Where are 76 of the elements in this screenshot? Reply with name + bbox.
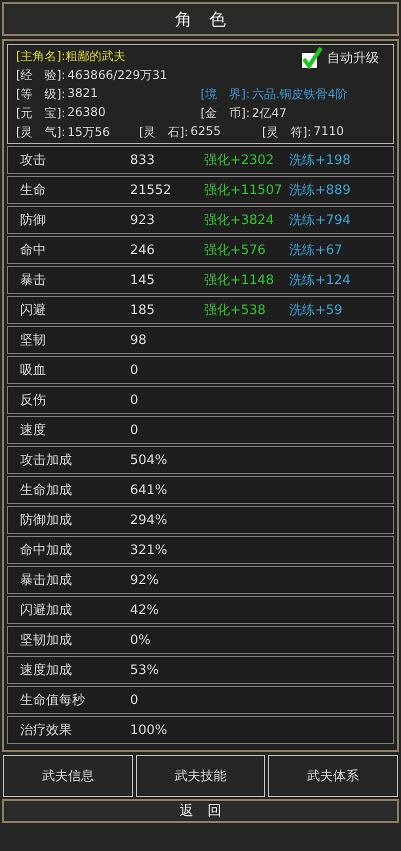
stat-name: 生命值每秒 xyxy=(19,692,86,709)
stat-name: 防御加成 xyxy=(19,512,73,529)
stat-value: 504% xyxy=(130,452,168,468)
stat-value: 145 xyxy=(130,272,156,288)
stat-value: 833 xyxy=(130,152,156,168)
refine-bonus: 洗练+124 xyxy=(289,272,351,289)
stat-name: 攻击加成 xyxy=(19,452,73,469)
stat-name: 暴击加成 xyxy=(19,572,73,589)
enhance-bonus: 强化+576 xyxy=(204,242,267,259)
stat-name: 治疗效果 xyxy=(19,722,73,739)
field-label: [境 界]: xyxy=(200,86,250,102)
stat-name: 命中 xyxy=(19,242,47,259)
field-value: 3821 xyxy=(67,86,98,102)
refine-bonus: 洗练+67 xyxy=(289,242,342,259)
stat-name: 攻击 xyxy=(19,152,47,169)
stat-value: 0 xyxy=(130,362,140,378)
field-label: [灵 石]: xyxy=(139,124,188,140)
stat-name: 闪避加成 xyxy=(19,602,73,619)
stat-value: 185 xyxy=(130,302,156,318)
stat-value: 98 xyxy=(130,332,148,348)
character-name: 粗鄙的武夫 xyxy=(65,48,126,64)
tab-button[interactable]: 武夫体系 xyxy=(268,755,398,797)
stat-name: 生命加成 xyxy=(19,482,73,499)
field-value: 15万56 xyxy=(67,124,110,140)
stat-value: 21552 xyxy=(130,182,172,198)
back-button[interactable]: 返 回 xyxy=(2,799,399,823)
field-label: [灵 符]: xyxy=(262,124,312,140)
field-value: 7110 xyxy=(313,124,344,140)
stat-value: 100% xyxy=(130,722,168,738)
stat-name: 速度加成 xyxy=(19,662,73,679)
field-value: 2亿47 xyxy=(252,104,287,122)
enhance-bonus: 强化+11507 xyxy=(204,182,284,199)
stat-name: 坚韧加成 xyxy=(19,632,73,649)
stat-value: 246 xyxy=(130,242,156,258)
field-label: [灵 气]: xyxy=(16,124,66,140)
name-label: [主角名]: xyxy=(16,48,66,64)
stat-value: 923 xyxy=(130,212,156,228)
stat-name: 速度 xyxy=(19,422,47,439)
tab-button[interactable]: 武夫技能 xyxy=(136,755,266,797)
stat-value: 294% xyxy=(130,512,168,528)
stat-value: 92% xyxy=(130,572,160,588)
enhance-bonus: 强化+2302 xyxy=(204,152,275,169)
stat-name: 闪避 xyxy=(19,302,47,319)
page-title: 角 色 xyxy=(175,8,226,30)
enhance-bonus: 强化+538 xyxy=(204,302,267,319)
field-label: [金 币]: xyxy=(200,104,250,122)
auto-upgrade-checkbox[interactable]: 自动升级 xyxy=(301,47,379,69)
stat-name: 生命 xyxy=(19,182,47,199)
refine-bonus: 洗练+889 xyxy=(289,182,351,199)
stat-value: 0% xyxy=(130,632,152,648)
stat-name: 坚韧 xyxy=(19,332,47,349)
stat-value: 42% xyxy=(130,602,160,618)
field-label: [等 级]: xyxy=(16,86,66,102)
field-value: 26380 xyxy=(67,104,106,120)
stat-name: 防御 xyxy=(19,212,47,229)
field-value: 463866/229万31 xyxy=(67,66,168,84)
field-value: 六品.铜皮铁骨4阶 xyxy=(252,86,348,102)
stat-value: 321% xyxy=(130,542,168,558)
tab-button[interactable]: 武夫信息 xyxy=(3,755,133,797)
refine-bonus: 洗练+794 xyxy=(289,212,351,229)
refine-bonus: 洗练+198 xyxy=(289,152,351,169)
stat-value: 0 xyxy=(130,392,140,408)
stat-value: 641% xyxy=(130,482,168,498)
enhance-bonus: 强化+1148 xyxy=(204,272,275,289)
field-label: [元 宝]: xyxy=(16,104,66,122)
stat-name: 暴击 xyxy=(19,272,47,289)
enhance-bonus: 强化+3824 xyxy=(204,212,275,229)
stat-value: 0 xyxy=(130,692,140,708)
stat-name: 命中加成 xyxy=(19,542,73,559)
refine-bonus: 洗练+59 xyxy=(289,302,342,319)
field-value: 6255 xyxy=(190,124,221,140)
stat-value: 0 xyxy=(130,422,140,438)
stat-name: 反伤 xyxy=(19,392,47,409)
field-label: [经 验]: xyxy=(16,66,66,84)
stat-value: 53% xyxy=(130,662,160,678)
stat-name: 吸血 xyxy=(19,362,47,379)
